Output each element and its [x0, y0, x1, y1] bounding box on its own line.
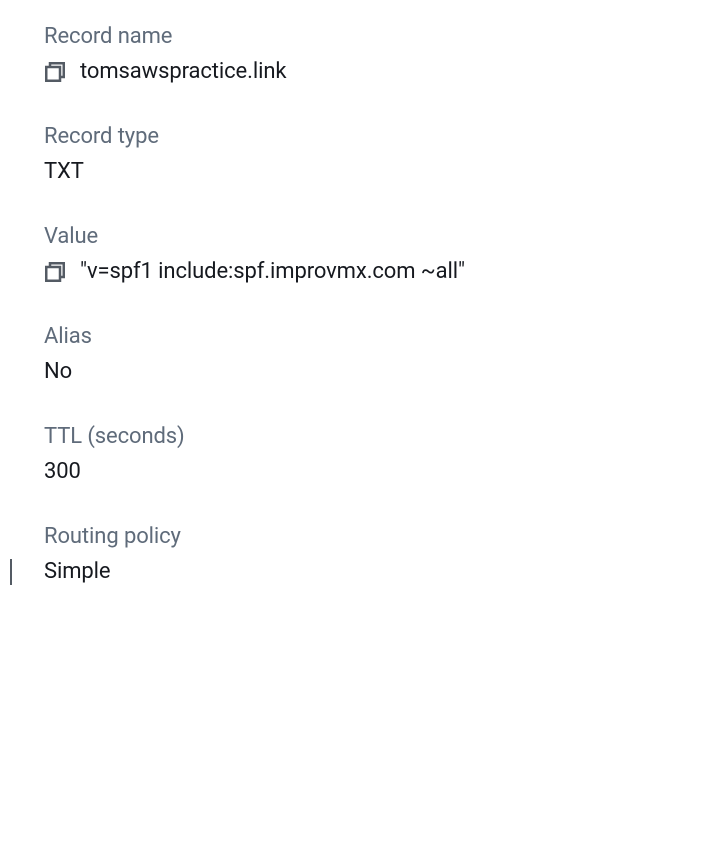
ttl-value-row: 300 [44, 459, 712, 484]
record-name-field: Record name tomsawspractice.link [44, 24, 712, 84]
copy-icon[interactable] [44, 261, 66, 283]
copy-icon[interactable] [44, 61, 66, 83]
record-value-row: "v=spf1 include:spf.improvmx.com ~all" [44, 259, 712, 284]
routing-policy-label: Routing policy [44, 524, 712, 549]
record-type-label: Record type [44, 124, 712, 149]
alias-field: Alias No [44, 324, 712, 384]
record-name-value-row: tomsawspractice.link [44, 59, 712, 84]
ttl-label: TTL (seconds) [44, 424, 712, 449]
record-value-label: Value [44, 224, 712, 249]
record-value-field: Value "v=spf1 include:spf.improvmx.com ~… [44, 224, 712, 284]
record-value-text: "v=spf1 include:spf.improvmx.com ~all" [80, 259, 465, 284]
routing-policy-field: Routing policy Simple [44, 524, 712, 584]
record-name-label: Record name [44, 24, 712, 49]
alias-label: Alias [44, 324, 712, 349]
record-type-field: Record type TXT [44, 124, 712, 184]
record-type-value-row: TXT [44, 159, 712, 184]
record-type-value: TXT [44, 159, 84, 184]
alias-value: No [44, 359, 72, 384]
ttl-field: TTL (seconds) 300 [44, 424, 712, 484]
ttl-value: 300 [44, 459, 81, 484]
routing-policy-value: Simple [44, 559, 110, 584]
record-name-value: tomsawspractice.link [80, 59, 286, 84]
text-cursor-indicator [10, 559, 12, 585]
alias-value-row: No [44, 359, 712, 384]
routing-policy-value-row: Simple [44, 559, 712, 584]
